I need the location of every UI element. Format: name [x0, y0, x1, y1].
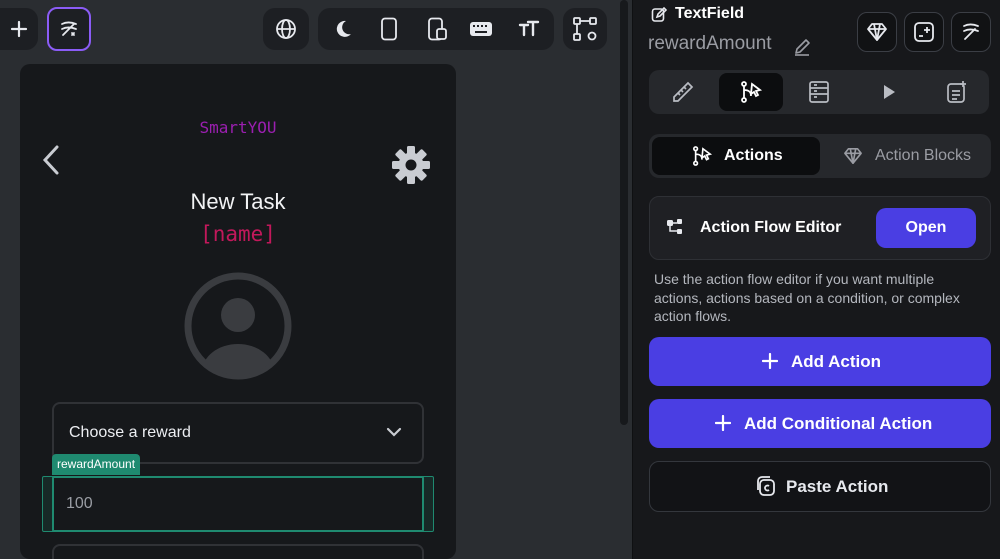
add-block-icon: [913, 21, 935, 43]
flow-nodes-icon: [666, 218, 684, 236]
pencil-icon[interactable]: [792, 37, 812, 57]
settings-button[interactable]: [392, 146, 430, 184]
add-action-button[interactable]: Add Action: [649, 337, 991, 386]
document-add-icon: [945, 80, 969, 104]
action-blocks-toggle-option[interactable]: Action Blocks: [823, 137, 988, 175]
app-name: SmartYOU: [199, 118, 277, 137]
back-button[interactable]: [36, 142, 66, 178]
add-widget-button[interactable]: [0, 8, 38, 50]
plus-icon: [10, 20, 28, 38]
plus-icon: [762, 353, 778, 369]
action-blocks-toggle-label: Action Blocks: [875, 147, 972, 164]
next-field[interactable]: [52, 544, 424, 559]
properties-panel: TextField rewardAmount Actions Action Bl…: [632, 0, 1000, 559]
flow-editor-description: Use the action flow editor if you want m…: [654, 271, 960, 324]
moon-icon: [332, 18, 354, 40]
actions-toggle: Actions Action Blocks: [649, 134, 991, 178]
add-conditional-action-button[interactable]: Add Conditional Action: [649, 399, 991, 448]
reward-amount-field[interactable]: 100: [52, 476, 424, 532]
page-title: New Task: [190, 189, 286, 214]
device-toolbar: [318, 8, 554, 50]
reward-amount-value: 100: [66, 495, 93, 512]
add-action-label: Add Action: [791, 352, 882, 371]
play-icon: [881, 83, 897, 101]
paste-action-label: Paste Action: [786, 477, 889, 496]
premium-button[interactable]: [857, 12, 897, 52]
dark-mode-toggle[interactable]: [330, 16, 356, 42]
canvas-scrollbar[interactable]: [620, 0, 628, 425]
ruler-pencil-icon: [671, 80, 695, 104]
tablet-preview-button[interactable]: [424, 16, 450, 42]
actions-flow-icon: [691, 146, 713, 166]
tab-docs[interactable]: [929, 73, 985, 111]
text-size-button[interactable]: [516, 16, 542, 42]
open-flow-editor-button[interactable]: Open: [876, 208, 976, 248]
keyboard-button[interactable]: [468, 16, 494, 42]
paste-action-button[interactable]: Paste Action: [649, 461, 991, 512]
tab-properties[interactable]: [655, 73, 711, 111]
tab-backend-query[interactable]: [791, 73, 847, 111]
gear-icon: [392, 146, 430, 184]
ai-assist-button[interactable]: [951, 12, 991, 52]
action-flow-editor-label: Action Flow Editor: [700, 219, 842, 236]
tab-preview[interactable]: [861, 73, 917, 111]
text-size-icon: [518, 19, 540, 39]
database-icon: [807, 80, 831, 104]
name-placeholder: [name]: [200, 222, 276, 246]
diamond-icon: [866, 22, 888, 42]
plus-icon: [715, 415, 731, 431]
widget-type-label: TextField: [675, 5, 745, 22]
phone-icon: [380, 17, 398, 41]
keyboard-icon: [469, 20, 493, 38]
magic-wand-icon: [58, 18, 80, 40]
paste-icon: [755, 475, 777, 497]
chevron-left-icon: [41, 144, 61, 176]
widget-tree-button[interactable]: [563, 8, 607, 50]
actions-toggle-option[interactable]: Actions: [652, 137, 820, 175]
widget-tree-icon: [572, 16, 598, 42]
actions-toggle-label: Actions: [724, 147, 783, 164]
phone-preview-button[interactable]: [376, 16, 402, 42]
tab-actions[interactable]: [719, 73, 783, 111]
chevron-down-icon: [386, 426, 402, 438]
panel-tabs: [649, 70, 989, 114]
avatar[interactable]: [184, 272, 292, 380]
add-conditional-action-label: Add Conditional Action: [744, 414, 933, 433]
tablet-icon: [426, 17, 448, 41]
language-button[interactable]: [263, 8, 309, 50]
action-flow-editor-card: Action Flow Editor Open: [649, 196, 991, 260]
reward-dropdown-label: Choose a reward: [69, 424, 191, 441]
actions-flow-icon: [739, 80, 763, 104]
globe-icon: [275, 18, 297, 40]
wand-icon: [960, 21, 982, 43]
canvas-area: SmartYOU New Task [name] Choose a reward…: [0, 0, 632, 559]
magic-button[interactable]: [47, 7, 91, 51]
edit-note-icon: [651, 7, 667, 23]
add-widget-code-button[interactable]: [904, 12, 944, 52]
diamond-icon: [843, 147, 863, 165]
selected-widget-tag: rewardAmount: [52, 454, 141, 475]
phone-preview: SmartYOU New Task [name] Choose a reward…: [20, 64, 456, 559]
widget-name: rewardAmount: [648, 33, 772, 54]
